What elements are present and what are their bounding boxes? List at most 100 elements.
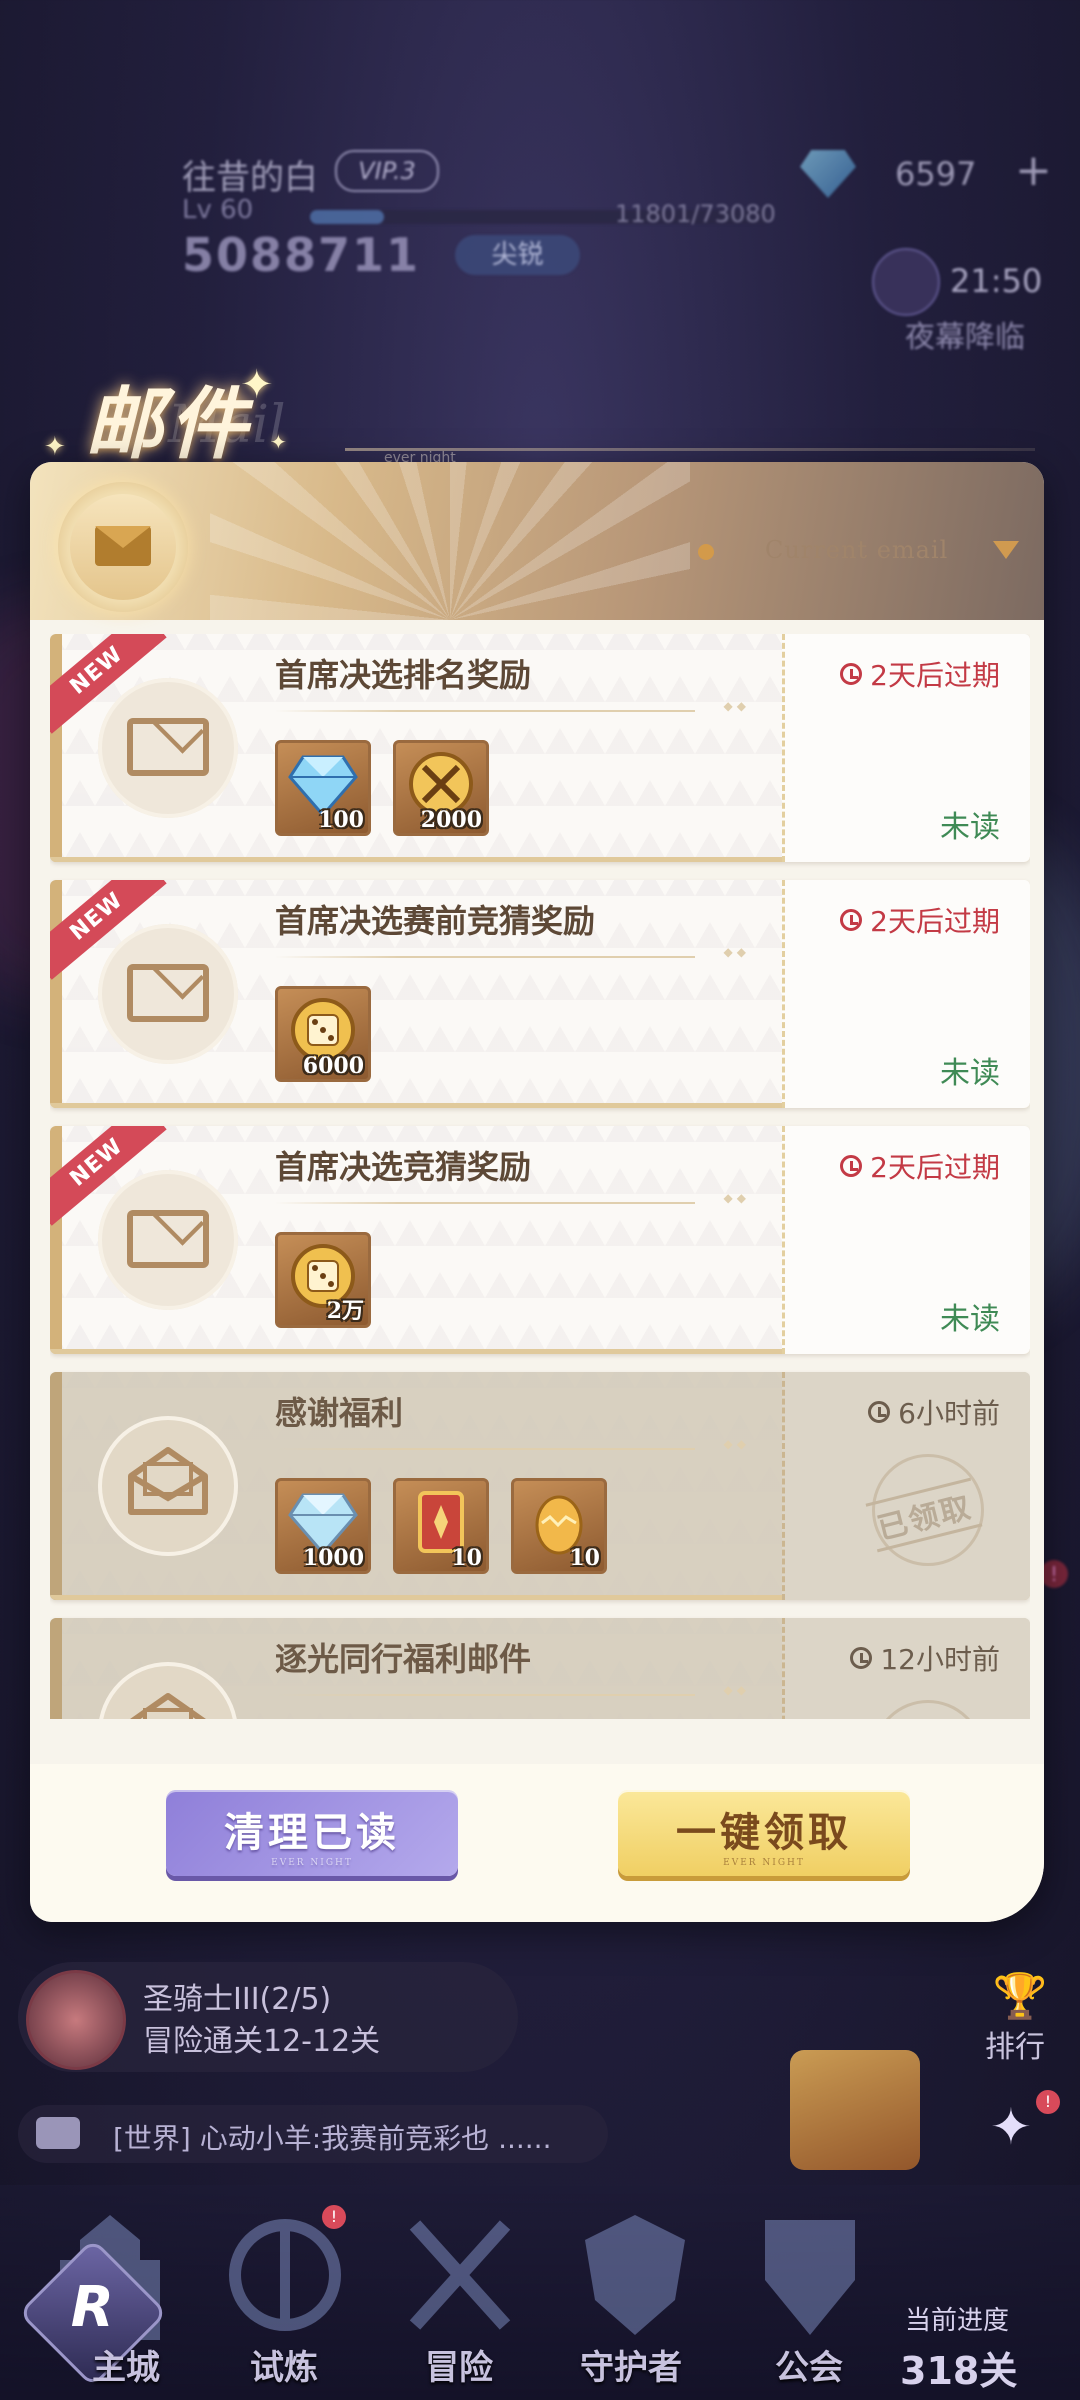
mail-expiry: 2天后过期 (840, 1146, 1000, 1186)
side-alert-icon: ! (1040, 1560, 1068, 1588)
mail-item[interactable]: NEW 首席决选赛前竞猜奖励 6000 2天后过期 未读 (50, 880, 1030, 1108)
reward-item[interactable]: 6000 (275, 986, 371, 1082)
reward-items: 1000 10 10 (275, 1478, 607, 1578)
item-quantity: 2000 (420, 807, 482, 833)
item-quantity: 10 (451, 1545, 482, 1571)
rank-badge: 尖锐 (455, 235, 580, 275)
quest-avatar (26, 1970, 126, 2070)
item-quantity: 1000 (302, 1545, 364, 1571)
envelope-icon (95, 526, 151, 566)
trial-icon (229, 2219, 341, 2331)
claimed-stamp (852, 1700, 1002, 1719)
envelope-open-icon (130, 1693, 206, 1719)
mail-title: 首席决选排名奖励 (275, 656, 532, 694)
vip-badge: VIP.3 (335, 150, 439, 192)
reward-item[interactable]: 10 (393, 1478, 489, 1574)
item-quantity: 10 (569, 1545, 600, 1571)
mail-item[interactable]: 逐光同行福利邮件 12小时前 (50, 1618, 1030, 1719)
item-quantity: 100 (318, 807, 364, 833)
mail-avatar (98, 1416, 238, 1556)
item-quantity: 2万 (326, 1298, 364, 1324)
nav-main-city[interactable]: 主城 (92, 2340, 160, 2389)
clock-icon (840, 663, 863, 685)
mail-status: 未读 (940, 1056, 1000, 1091)
gem-icon (800, 150, 856, 198)
treasure-chest-icon[interactable] (790, 2050, 920, 2170)
trophy-icon[interactable]: 🏆 (990, 1970, 1050, 2022)
mail-title: 首席决选竞猜奖励 (275, 1148, 532, 1186)
mail-item[interactable]: 感谢福利 1000 10 10 6小时前 已领取 (50, 1372, 1030, 1600)
currency-amount: 6597 (895, 155, 977, 193)
panel-footer: 清理已读 EVER NIGHT 一键领取 EVER NIGHT (30, 1764, 1044, 1922)
panel-header: Current email (30, 462, 1044, 620)
mail-panel: Current email NEW 首席决选排名奖励 100 2000 (30, 462, 1044, 1922)
guild-shield-icon (765, 2220, 855, 2335)
page-title: 邮件 (85, 380, 254, 470)
envelope-closed-icon (127, 1210, 209, 1268)
add-currency-button[interactable]: + (1015, 145, 1052, 196)
clock-icon (868, 1401, 891, 1423)
item-quantity: 6000 (302, 1053, 364, 1079)
mail-title: 首席决选赛前竞猜奖励 (275, 902, 596, 940)
chevron-down-icon[interactable] (993, 541, 1019, 559)
mail-avatar (98, 678, 238, 818)
guardian-icon (585, 2215, 685, 2335)
envelope-open-icon (128, 1447, 208, 1515)
clock-icon (850, 1647, 873, 1669)
adventure-swords-icon (409, 2220, 511, 2330)
mail-expiry: 2天后过期 (840, 654, 1000, 694)
mail-header-icon (58, 482, 188, 612)
chat-icon (36, 2117, 80, 2149)
player-name: 往昔的白 (182, 158, 318, 198)
quest-tracker[interactable]: 圣骑士III(2/5) 冒险通关12-12关 (18, 1962, 518, 2072)
player-level: Lv 60 (182, 195, 254, 225)
moon-icon (872, 248, 940, 316)
mail-filter-select[interactable]: Current email (765, 536, 948, 564)
reward-item[interactable]: 100 (275, 740, 371, 836)
reward-item[interactable]: 10 (511, 1478, 607, 1574)
stage-progress-label: 当前进度 (905, 2306, 1010, 2336)
combat-power: 5088711 (182, 228, 421, 282)
nav-trial[interactable]: 试炼 (250, 2340, 318, 2389)
mail-expiry: 2天后过期 (840, 900, 1000, 940)
notification-dot: ! (1036, 2090, 1060, 2114)
quest-title: 圣骑士III(2/5) (143, 1982, 332, 2017)
clock-icon (840, 909, 863, 931)
nav-guild[interactable]: 公会 (775, 2340, 843, 2389)
chat-message: [世界] 心动小羊:我赛前竞彩也 ...... (113, 2122, 552, 2155)
ranking-label[interactable]: 排行 (985, 2022, 1045, 2066)
event-name: 夜幕降临 (905, 320, 1025, 355)
mail-item[interactable]: NEW 首席决选竞猜奖励 2万 2天后过期 未读 (50, 1126, 1030, 1354)
stage-progress-count[interactable]: 318关 (900, 2340, 1017, 2395)
notification-dot: ! (322, 2205, 346, 2229)
mail-status: 未读 (940, 810, 1000, 845)
reward-item[interactable]: 2000 (393, 740, 489, 836)
reward-item[interactable]: 2万 (275, 1232, 371, 1328)
reward-items: 6000 (275, 986, 371, 1086)
mail-avatar (98, 1170, 238, 1310)
mail-status: 未读 (940, 1302, 1000, 1337)
sparkle-icon: ✦ (44, 432, 66, 462)
claim-all-button[interactable]: 一键领取 EVER NIGHT (618, 1790, 910, 1876)
nav-adventure[interactable]: 冒险 (425, 2340, 493, 2389)
mail-title: 感谢福利 (275, 1394, 404, 1432)
sparkle-icon: ✦ (240, 362, 274, 408)
reward-items: 2万 (275, 1232, 371, 1332)
reward-items: 100 2000 (275, 740, 489, 840)
clock-icon (840, 1155, 863, 1177)
world-chat-bar[interactable]: [世界] 心动小羊:我赛前竞彩也 ...... (18, 2105, 608, 2163)
filter-dot (698, 544, 714, 560)
reward-item[interactable]: 1000 (275, 1478, 371, 1574)
sparkle-icon[interactable]: ✦ (990, 2098, 1032, 2156)
mail-time: 6小时前 (868, 1392, 1000, 1432)
mail-list[interactable]: NEW 首席决选排名奖励 100 2000 2天后过期 未读 NE (50, 634, 1030, 1719)
envelope-closed-icon (127, 964, 209, 1022)
envelope-closed-icon (127, 718, 209, 776)
mail-time: 12小时前 (850, 1638, 1000, 1678)
mail-item[interactable]: NEW 首席决选排名奖励 100 2000 2天后过期 未读 (50, 634, 1030, 862)
nav-guardian[interactable]: 守护者 (580, 2340, 682, 2389)
clear-read-button[interactable]: 清理已读 EVER NIGHT (166, 1790, 458, 1876)
sparkle-icon: ✦ (270, 430, 287, 454)
mail-avatar (98, 924, 238, 1064)
claimed-stamp: 已领取 (852, 1454, 1002, 1566)
